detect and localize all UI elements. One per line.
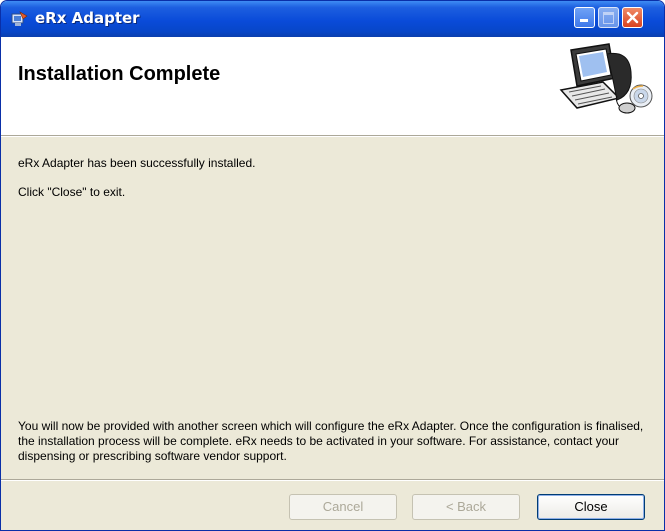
installer-window: eRx Adapter Installation Complete eRx Ad… — [0, 0, 665, 531]
back-button: < Back — [412, 494, 520, 520]
title-bar[interactable]: eRx Adapter — [1, 1, 664, 37]
configuration-info: You will now be provided with another sc… — [18, 419, 644, 463]
header-separator — [1, 136, 664, 137]
installer-icon — [11, 11, 28, 26]
footer-separator — [1, 479, 664, 481]
success-message: eRx Adapter has been successfully instal… — [18, 156, 256, 170]
computer-setup-illustration — [559, 43, 653, 114]
minimize-button[interactable] — [574, 7, 595, 28]
exit-instruction: Click "Close" to exit. — [18, 185, 126, 199]
close-icon — [626, 11, 639, 24]
maximize-button — [598, 7, 619, 28]
page-title: Installation Complete — [18, 63, 221, 85]
close-window-button[interactable] — [622, 7, 643, 28]
close-button[interactable]: Close — [537, 494, 645, 520]
cancel-button: Cancel — [289, 494, 397, 520]
wizard-header: Installation Complete — [1, 37, 664, 136]
window-title: eRx Adapter — [35, 9, 140, 27]
